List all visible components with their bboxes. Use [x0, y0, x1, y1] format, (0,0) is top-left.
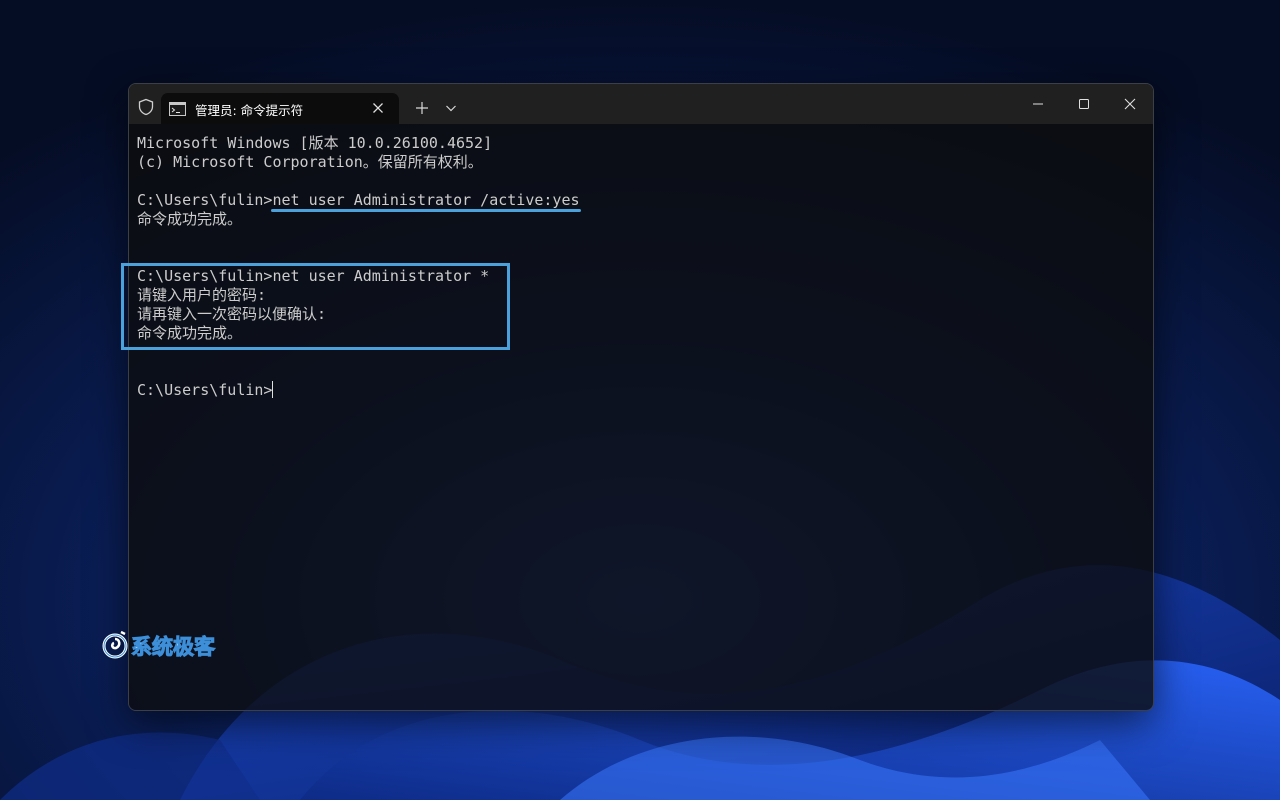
terminal-prompt-line: C:\Users\fulin>: [137, 381, 580, 400]
maximize-icon: [1079, 99, 1089, 109]
terminal-line: C:\Users\fulin>net user Administrator /a…: [137, 191, 580, 209]
new-tab-button[interactable]: [412, 98, 432, 118]
terminal-window: 管理员: 命令提示符 Microsoft Windows [版本 10.0.26…: [128, 83, 1154, 711]
tab-command-prompt[interactable]: 管理员: 命令提示符: [161, 93, 399, 124]
cmd-icon: [169, 101, 186, 116]
close-window-button[interactable]: [1107, 84, 1153, 124]
chevron-down-icon: [446, 105, 456, 112]
watermark-logo: 系统极客: [101, 629, 237, 661]
highlight-underline: [271, 209, 581, 212]
tab-close-button[interactable]: [368, 98, 388, 118]
maximize-button[interactable]: [1061, 84, 1107, 124]
plus-icon: [416, 102, 428, 114]
watermark-text: 系统极客: [131, 635, 216, 660]
terminal-line: 命令成功完成。: [137, 210, 243, 228]
terminal-line: Microsoft Windows [版本 10.0.26100.4652]: [137, 134, 493, 152]
tab-dropdown-button[interactable]: [441, 98, 461, 118]
close-icon: [1124, 98, 1136, 110]
shield-icon: [137, 98, 155, 116]
highlight-box: [121, 263, 510, 350]
minimize-button[interactable]: [1015, 84, 1061, 124]
terminal-line: (c) Microsoft Corporation。保留所有权利。: [137, 153, 483, 171]
title-bar[interactable]: 管理员: 命令提示符: [129, 84, 1153, 124]
text-cursor: [272, 381, 274, 398]
close-icon: [373, 103, 383, 113]
swirl-icon: [102, 630, 128, 659]
minimize-icon: [1033, 103, 1043, 105]
terminal-prompt: C:\Users\fulin>: [137, 381, 273, 399]
tab-title: 管理员: 命令提示符: [195, 103, 304, 118]
